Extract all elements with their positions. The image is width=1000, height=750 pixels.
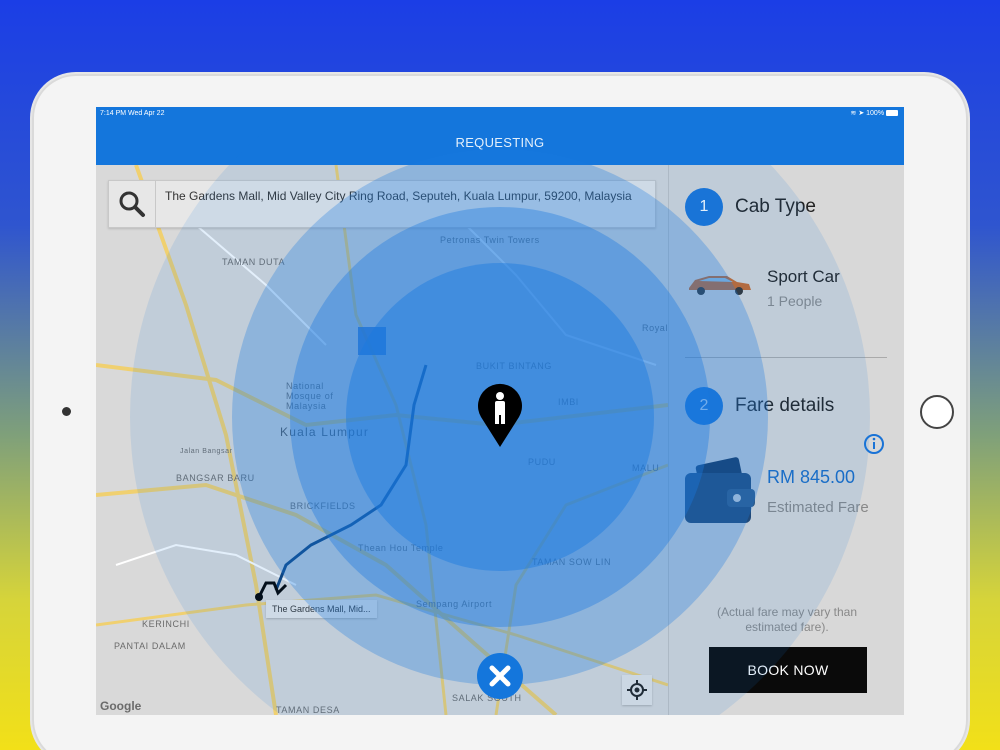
car-capacity: 1 People xyxy=(767,293,823,309)
status-bar: 7:14 PM Wed Apr 22 ≋ ➤ 100% xyxy=(96,107,904,121)
map-label-imbi: IMBI xyxy=(558,397,579,407)
front-camera xyxy=(62,407,71,416)
app-screen: 7:14 PM Wed Apr 22 ≋ ➤ 100% REQUESTING T… xyxy=(96,107,904,715)
wallet-icon xyxy=(685,457,755,523)
battery-icon xyxy=(886,110,898,117)
map-label-jalan-bangsar: Jalan Bangsar xyxy=(180,448,233,455)
close-icon xyxy=(489,665,511,687)
map-label-taman-duta: TAMAN DUTA xyxy=(222,257,286,267)
cab-type-title: Cab Type xyxy=(735,196,816,217)
map-label-taman-sow-lin: TAMAN SOW LIN xyxy=(532,557,612,567)
fare-amount: RM 845.00 xyxy=(767,467,856,487)
map-label-taman-desa: TAMAN DESA xyxy=(276,705,340,715)
map-label-brickfields: BRICKFIELDS xyxy=(290,501,356,511)
google-logo: Google xyxy=(100,699,142,713)
map-label-kuala-lumpur: Kuala Lumpur xyxy=(280,425,370,439)
search-icon[interactable] xyxy=(109,181,156,227)
wifi-icon: ≋ xyxy=(850,110,857,117)
fare-details-title: Fare details xyxy=(735,395,835,416)
map-label-national-mosque: National Mosque of Malaysia xyxy=(286,381,334,411)
status-time: 7:14 PM Wed Apr 22 xyxy=(100,110,165,117)
map-label-petronas: Petronas Twin Towers xyxy=(440,235,540,245)
map-view[interactable]: TAMAN DUTA Petronas Twin Towers National… xyxy=(96,165,668,715)
map-label-sempang-airport: Sempang Airport xyxy=(416,599,493,609)
map-label-kerinchi: KERINCHI xyxy=(142,619,190,629)
map-label-bukit-bintang: BUKIT BINTANG xyxy=(476,361,552,371)
passenger-pin-icon xyxy=(478,383,522,447)
crosshair-icon xyxy=(627,680,647,700)
car-type-name[interactable]: Sport Car xyxy=(767,267,840,287)
status-battery: ≋ ➤ 100% xyxy=(850,107,898,121)
info-icon[interactable] xyxy=(863,433,885,455)
fare-label: Estimated Fare xyxy=(767,499,869,516)
map-label-malu: MALU xyxy=(632,463,660,473)
step-1-badge: 1 xyxy=(685,188,723,226)
map-label-bangsar-baru: BANGSAR BARU xyxy=(176,473,255,483)
ride-details-panel: 1 Cab Type Sport Car 1 People 2 Fare det… xyxy=(668,165,904,715)
route-origin-callout[interactable]: The Gardens Mall, Mid... xyxy=(266,600,377,618)
home-button[interactable] xyxy=(920,395,954,429)
map-roads xyxy=(96,165,668,715)
section-divider xyxy=(685,357,887,358)
fare-disclaimer: (Actual fare may vary than estimated far… xyxy=(716,605,858,634)
search-address-text[interactable]: The Gardens Mall, Mid Valley City Ring R… xyxy=(165,188,635,204)
nav-title: REQUESTING xyxy=(96,121,904,165)
map-label-pudu: PUDU xyxy=(528,457,556,467)
map-label-pantai-dalam: PANTAI DALAM xyxy=(114,641,186,651)
sport-car-icon xyxy=(689,276,751,295)
location-icon: ➤ xyxy=(858,110,865,117)
my-location-button[interactable] xyxy=(622,675,652,705)
battery-percent: 100% xyxy=(866,110,885,117)
address-search-bar[interactable]: The Gardens Mall, Mid Valley City Ring R… xyxy=(108,180,656,228)
cancel-request-button[interactable] xyxy=(477,653,523,699)
book-now-button[interactable]: BOOK NOW xyxy=(709,647,867,693)
step-2-badge: 2 xyxy=(685,387,723,425)
map-label-thean-hou: Thean Hou Temple xyxy=(358,543,444,553)
map-label-royal: Royal xyxy=(642,323,668,333)
